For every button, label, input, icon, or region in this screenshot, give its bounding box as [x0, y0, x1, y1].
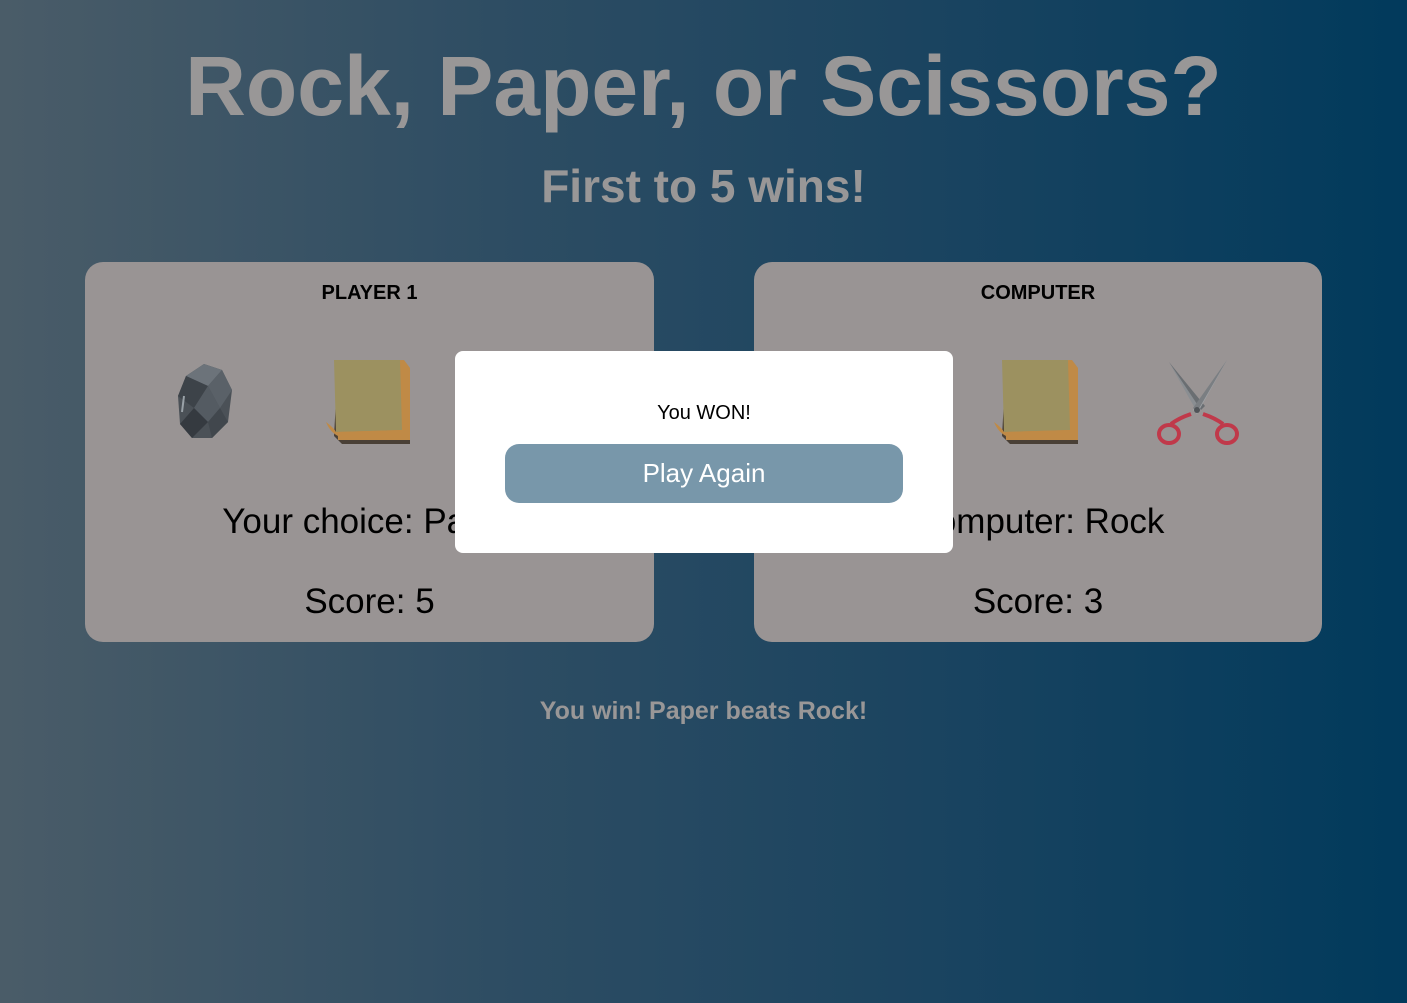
win-modal: You WON! Play Again [455, 351, 953, 553]
play-again-button[interactable]: Play Again [505, 444, 903, 503]
modal-overlay: You WON! Play Again [0, 0, 1407, 1003]
game-page: Rock, Paper, or Scissors? First to 5 win… [0, 0, 1407, 1003]
modal-message: You WON! [657, 402, 751, 424]
